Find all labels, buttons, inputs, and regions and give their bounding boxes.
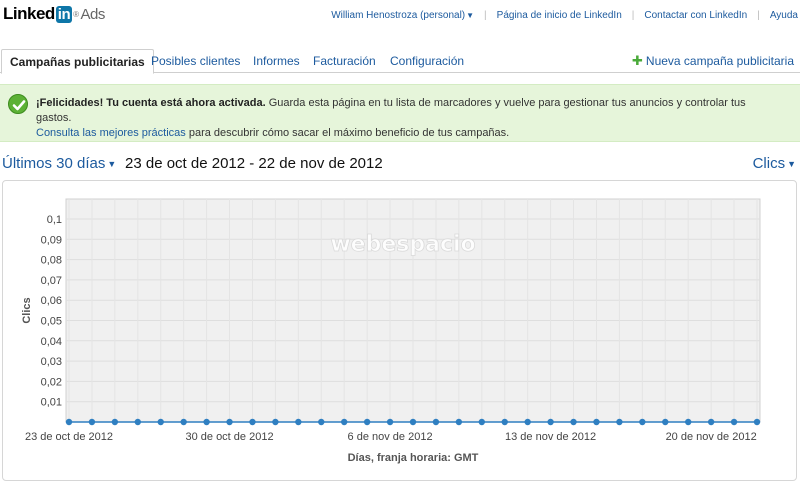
data-point [203, 418, 210, 426]
data-point [180, 418, 187, 426]
logo-text: Linked [3, 4, 55, 23]
logo-in-badge: in [55, 6, 73, 23]
notice-message: ¡Felicidades! Tu cuenta está ahora activ… [36, 96, 756, 141]
best-practices-link[interactable]: Consulta las mejores prácticas [36, 127, 186, 139]
data-point [593, 418, 600, 426]
data-point [386, 418, 394, 426]
data-point [318, 418, 325, 426]
watermark: webespacio [330, 232, 475, 257]
divider: | [484, 10, 487, 21]
data-point [662, 418, 669, 426]
data-point [111, 418, 119, 426]
help-link[interactable]: Ayuda [770, 10, 798, 21]
linkedin-home-link[interactable]: Página de inicio de LinkedIn [497, 10, 622, 21]
data-point [409, 418, 417, 426]
date-range-dropdown[interactable]: Últimos 30 días ▼ [2, 155, 116, 172]
date-range-text: 23 de oct de 2012 - 22 de nov de 2012 [125, 155, 383, 172]
data-point [363, 418, 371, 426]
caret-down-icon: ▼ [107, 159, 117, 170]
data-point [272, 418, 279, 426]
new-campaign-link[interactable]: ✚ Nueva campaña publicitaria [632, 49, 794, 73]
data-point [570, 418, 577, 426]
data-point [455, 418, 463, 426]
data-point [547, 418, 554, 426]
top-bar: Linked in ® Ads William Henostroza (persona… [0, 0, 800, 30]
clicks-chart-panel: 0,1 0,09 0,08 0,07 0,06 0,05 0,04 0,03 0,02 0,01 2… [2, 180, 797, 481]
user-menu-label: William Henostroza (personal) [331, 10, 466, 21]
y-tick-label: 0,05 [41, 316, 62, 328]
logo-product: Ads [80, 6, 106, 23]
y-tick-label: 0,1 [47, 214, 62, 226]
y-tick-label: 0,03 [41, 356, 62, 368]
check-icon [8, 94, 28, 114]
data-point [432, 418, 440, 426]
tab-settings[interactable]: Configuración [390, 49, 464, 73]
tab-reports[interactable]: Informes [253, 49, 300, 73]
tab-campaigns[interactable]: Campañas publicitarias [1, 49, 154, 74]
data-point [524, 418, 531, 426]
y-tick-label: 0,06 [41, 295, 62, 307]
data-point [639, 418, 646, 426]
y-tick-label: 0,01 [41, 397, 62, 409]
new-campaign-label: Nueva campaña publicitaria [645, 54, 794, 68]
notice-body-2: para descubrir cómo sacar el máximo bene… [185, 127, 510, 139]
data-point [616, 418, 623, 426]
divider: | [631, 10, 635, 21]
data-point [134, 418, 141, 426]
y-tick-label: 0,02 [41, 376, 62, 388]
data-point [65, 418, 73, 426]
plus-icon: ✚ [632, 53, 643, 68]
contact-linkedin-link[interactable]: Contactar con LinkedIn [644, 10, 747, 21]
x-tick-label: 20 de nov de 2012 [666, 431, 757, 443]
caret-down-icon: ▼ [787, 159, 796, 170]
data-point [685, 418, 692, 426]
y-tick-label: 0,04 [41, 336, 62, 348]
user-menu[interactable]: William Henostroza (personal)▼ [331, 10, 474, 21]
activation-notice: ¡Felicidades! Tu cuenta está ahora activ… [0, 84, 800, 142]
metric-dropdown[interactable]: Clics ▼ [753, 155, 796, 172]
clicks-chart: 0,1 0,09 0,08 0,07 0,06 0,05 0,04 0,03 0,02 0,01 2… [21, 198, 761, 464]
x-axis-label: Días, franja horaria: GMT [348, 452, 479, 464]
divider: | [757, 10, 760, 21]
date-range-bar: Últimos 30 días ▼ 23 de oct de 2012 - 22 … [0, 152, 800, 176]
x-tick-label: 30 de oct de 2012 [185, 431, 273, 443]
data-point [753, 418, 761, 426]
data-point [249, 418, 256, 426]
tab-billing[interactable]: Facturación [313, 49, 376, 73]
data-point [730, 418, 738, 426]
data-point [295, 418, 302, 426]
top-links: William Henostroza (personal)▼ | Página … [331, 10, 798, 21]
data-point [88, 418, 96, 426]
data-point [157, 418, 164, 426]
metric-label: Clics [752, 155, 786, 172]
date-range-label: Últimos 30 días [2, 155, 106, 172]
linkedin-ads-logo[interactable]: Linked in ® Ads [3, 4, 105, 24]
data-point [707, 418, 715, 426]
data-point [226, 418, 233, 426]
notice-headline: ¡Felicidades! Tu cuenta está ahora activ… [36, 97, 266, 109]
caret-down-icon: ▼ [466, 11, 475, 20]
data-point [341, 418, 348, 426]
logo-registered: ® [73, 10, 79, 20]
data-point [478, 418, 485, 426]
y-tick-label: 0,09 [41, 234, 62, 246]
x-tick-label: 6 de nov de 2012 [348, 431, 433, 443]
x-tick-label: 23 de oct de 2012 [25, 431, 113, 443]
x-tick-label: 13 de nov de 2012 [505, 431, 596, 443]
tab-leads[interactable]: Posibles clientes [151, 49, 240, 73]
y-tick-label: 0,07 [41, 275, 62, 287]
data-point [501, 418, 508, 426]
y-tick-label: 0,08 [41, 255, 62, 267]
y-axis-label: Clics [21, 297, 33, 323]
